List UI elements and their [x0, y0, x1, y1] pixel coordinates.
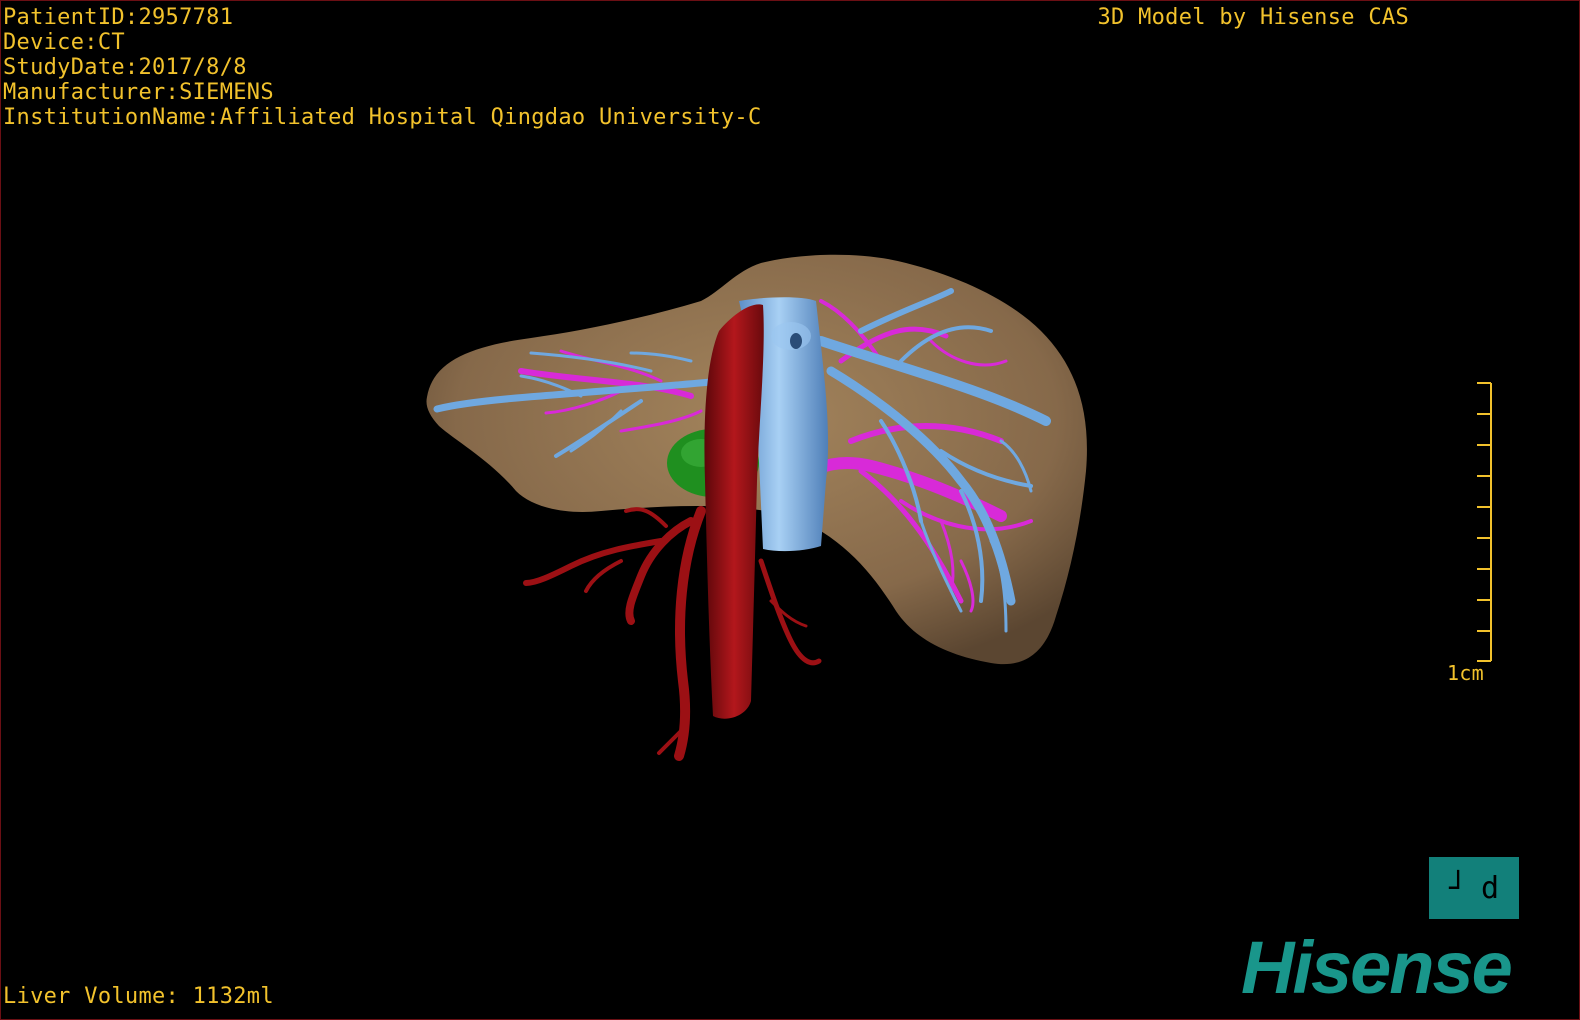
device: Device:CT [3, 30, 125, 55]
patient-info-overlay: PatientID:2957781 Device:CT StudyDate:20… [3, 5, 762, 130]
hisense-logo: Hisense [1241, 926, 1513, 1009]
scale-bar [1477, 382, 1492, 662]
model-credit: 3D Model by Hisense CAS [1097, 5, 1409, 30]
liver-volume: Liver Volume: 1132ml [3, 984, 274, 1009]
liver-3d-model[interactable] [1, 1, 1579, 1019]
scale-label: 1cm [1447, 661, 1485, 685]
3d-viewport[interactable]: PatientID:2957781 Device:CT StudyDate:20… [0, 0, 1580, 1020]
orientation-right-glyph: d [1481, 870, 1500, 906]
manufacturer: Manufacturer:SIEMENS [3, 80, 274, 105]
institution-name: InstitutionName:Affiliated Hospital Qing… [3, 105, 762, 130]
patient-id: PatientID:2957781 [3, 5, 234, 30]
orientation-left-glyph: ┘ [1448, 870, 1467, 906]
abdominal-aorta [704, 304, 764, 719]
study-date: StudyDate:2017/8/8 [3, 55, 247, 80]
orientation-icon[interactable]: ┘ d [1429, 857, 1519, 919]
